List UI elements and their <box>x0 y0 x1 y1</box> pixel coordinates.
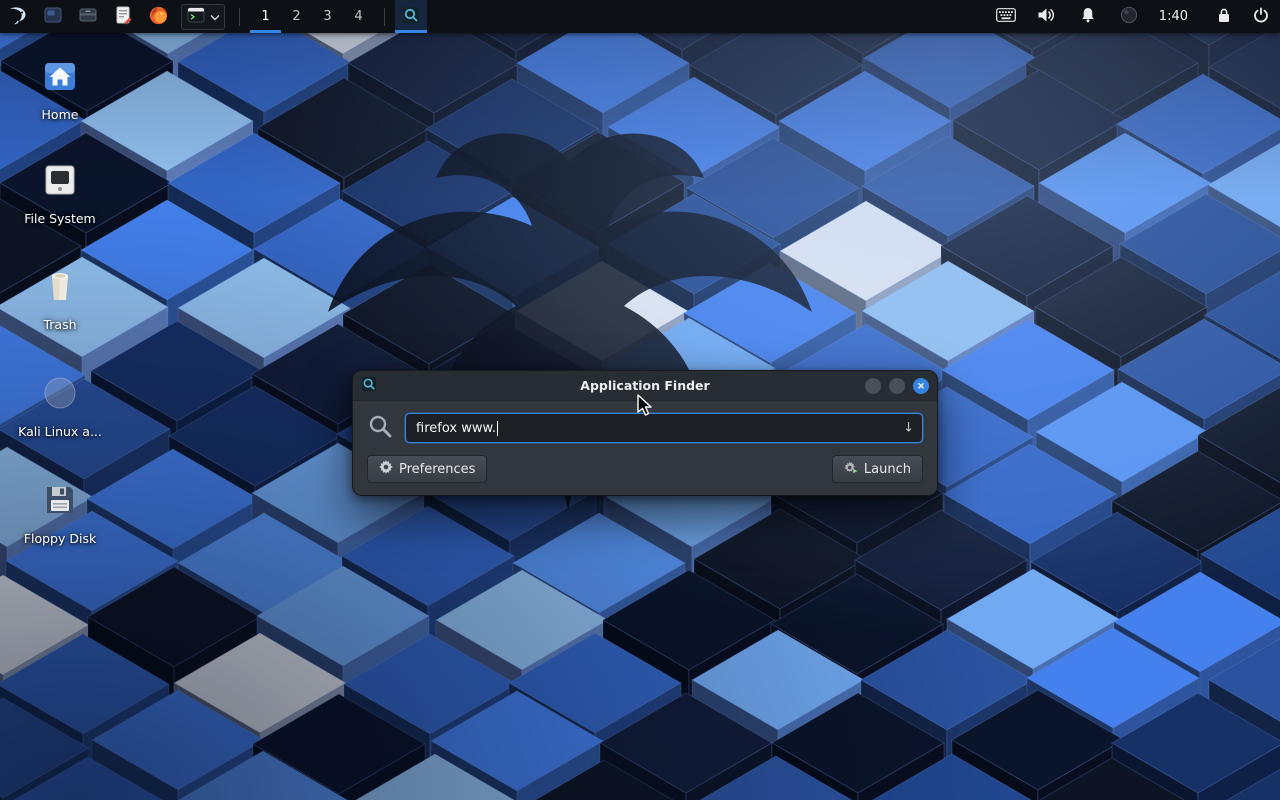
window-manager-icon <box>43 5 63 28</box>
panel-separator <box>384 8 385 26</box>
search-input-text: firefox www. <box>416 421 496 436</box>
entry-dropdown-arrow-icon[interactable]: ↓ <box>903 421 914 436</box>
panel-left: 1 2 3 4 <box>2 0 427 33</box>
lock-screen-button[interactable] <box>1215 0 1233 33</box>
launch-button-label: Launch <box>864 462 911 477</box>
volume-icon <box>1037 7 1056 26</box>
status-circle-tray-button[interactable] <box>1118 0 1140 33</box>
status-circle-icon <box>1120 6 1138 27</box>
power-icon <box>1253 7 1269 26</box>
workspace-button-1[interactable]: 1 <box>250 0 281 33</box>
volume-tray-button[interactable] <box>1036 0 1058 33</box>
panel-right: 1:40 <box>995 0 1270 33</box>
top-panel: 1 2 3 4 <box>0 0 1280 33</box>
launcher-text-editor[interactable] <box>107 0 139 33</box>
workspace-switcher: 1 2 3 4 <box>250 0 374 33</box>
notifications-bell-icon <box>1080 7 1096 26</box>
appfinder-icon <box>402 6 420 27</box>
window-title: Application Finder <box>431 378 859 393</box>
file-manager-icon <box>78 5 98 28</box>
desktop-icon-label: Trash <box>43 317 76 332</box>
launcher-window-manager[interactable] <box>37 0 69 33</box>
keyboard-icon <box>996 8 1016 25</box>
minimize-button[interactable] <box>865 378 881 394</box>
launcher-firefox[interactable] <box>142 0 174 33</box>
session-buttons <box>1215 0 1270 33</box>
desktop-icon-home[interactable]: Home <box>8 56 112 122</box>
lock-icon <box>1217 7 1231 26</box>
applications-menu-button[interactable] <box>2 0 34 33</box>
desktop-icon-label: File System <box>24 211 96 226</box>
launch-icon <box>844 460 858 478</box>
taskbar-appfinder-button[interactable] <box>395 0 427 33</box>
titlebar[interactable]: Application Finder ✕ <box>353 371 937 401</box>
workspace-button-3[interactable]: 3 <box>312 0 343 33</box>
search-input[interactable]: firefox www. ↓ <box>405 413 923 443</box>
panel-separator <box>239 8 240 26</box>
desktop-icon-label: Floppy Disk <box>24 531 96 546</box>
floppy-disk-icon <box>40 480 80 524</box>
power-button[interactable] <box>1252 0 1270 33</box>
application-finder-window: Application Finder ✕ firefox www. ↓ <box>352 370 938 496</box>
launcher-terminal[interactable] <box>184 5 208 29</box>
filesystem-drive-icon <box>40 160 80 204</box>
keyboard-tray-button[interactable] <box>995 0 1017 33</box>
preferences-button-label: Preferences <box>399 462 475 477</box>
maximize-button[interactable] <box>889 378 905 394</box>
workspace-button-4[interactable]: 4 <box>343 0 374 33</box>
desktop-icon-file-system[interactable]: File System <box>8 160 112 226</box>
appfinder-body: firefox www. ↓ Preferences <box>353 401 937 495</box>
launch-button[interactable]: Launch <box>832 455 923 483</box>
launcher-file-manager[interactable] <box>72 0 104 33</box>
terminal-dropdown-button[interactable] <box>208 5 222 29</box>
gear-icon <box>379 460 393 478</box>
text-editor-icon <box>113 5 133 28</box>
preferences-button[interactable]: Preferences <box>367 455 487 483</box>
trash-icon <box>40 266 80 310</box>
search-icon <box>367 413 393 443</box>
terminal-icon <box>187 7 205 26</box>
notifications-tray-button[interactable] <box>1077 0 1099 33</box>
dropdown-caret-icon <box>210 9 220 24</box>
desktop-icon-floppy-disk[interactable]: Floppy Disk <box>8 480 112 546</box>
workspace-button-2[interactable]: 2 <box>281 0 312 33</box>
kali-link-icon <box>40 373 80 417</box>
appfinder-window-icon <box>361 376 377 396</box>
desktop-icon-kali-link[interactable]: Kali Linux a... <box>8 373 112 439</box>
panel-clock[interactable]: 1:40 <box>1159 9 1188 24</box>
desktop-icon-label: Home <box>42 107 79 122</box>
home-folder-icon <box>40 56 80 100</box>
desktop-icon-trash[interactable]: Trash <box>8 266 112 332</box>
close-button[interactable]: ✕ <box>913 378 929 394</box>
firefox-icon <box>148 5 169 29</box>
text-caret <box>497 421 498 436</box>
kali-menu-icon <box>7 4 29 29</box>
desktop-icon-label: Kali Linux a... <box>18 424 102 439</box>
terminal-launcher-group <box>181 4 225 30</box>
